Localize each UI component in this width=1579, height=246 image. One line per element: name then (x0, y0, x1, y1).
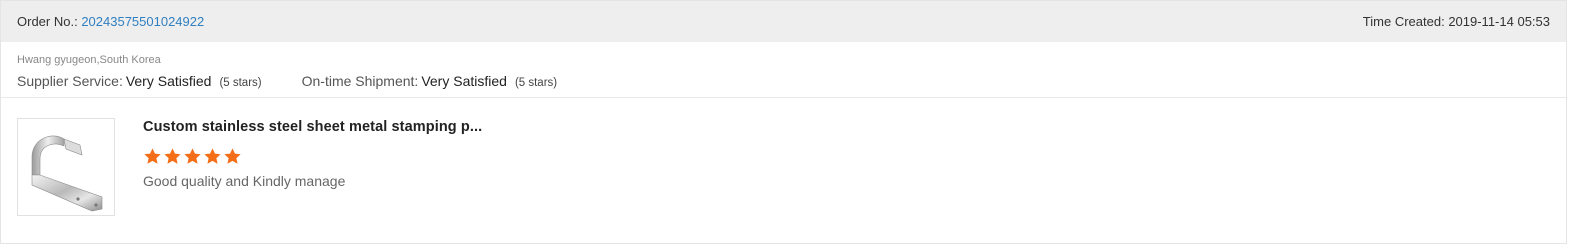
star-icon (144, 148, 161, 164)
star-icon (224, 148, 241, 164)
on-time-shipment-rating: On-time Shipment: Very Satisfied (5 star… (302, 73, 558, 89)
buyer-location: Hwang gyugeon,South Korea (17, 54, 161, 66)
product-thumbnail[interactable] (17, 118, 115, 216)
rating-value: Very Satisfied (125, 73, 212, 89)
time-created-value: 2019-11-14 05:53 (1448, 14, 1550, 29)
rating-stars-text: (5 stars) (219, 77, 262, 89)
product-review: Custom stainless steel sheet metal stamp… (1, 98, 1566, 216)
product-title-link[interactable]: Custom stainless steel sheet metal stamp… (143, 119, 482, 135)
review-comment: Good quality and Kindly manage (143, 173, 346, 189)
order-number-link[interactable]: 20243575501024922 (81, 14, 204, 29)
buyer-info: Hwang gyugeon,South Korea Supplier Servi… (1, 42, 1566, 98)
ratings-row: Supplier Service: Very Satisfied (5 star… (17, 73, 1550, 89)
rating-value: Very Satisfied (421, 73, 507, 89)
star-icon (164, 148, 181, 164)
rating-label: On-time Shipment: (301, 73, 419, 89)
rating-stars-text: (5 stars) (514, 77, 558, 89)
order-number-label: Order No.: (17, 14, 78, 29)
star-rating (143, 147, 482, 166)
time-created-block: Time Created: 2019-11-14 05:53 (1363, 14, 1550, 29)
time-created-label: Time Created: (1362, 14, 1445, 29)
rating-label: Supplier Service: (17, 73, 123, 89)
star-icon (204, 148, 221, 164)
star-icon (184, 148, 201, 164)
review-body: Custom stainless steel sheet metal stamp… (143, 118, 482, 216)
order-header: Order No.: 20243575501024922 Time Create… (1, 1, 1566, 42)
supplier-service-rating: Supplier Service: Very Satisfied (5 star… (17, 73, 262, 89)
metal-bracket-image (31, 135, 103, 212)
review-card: Order No.: 20243575501024922 Time Create… (0, 0, 1567, 244)
order-number-block: Order No.: 20243575501024922 (17, 14, 204, 29)
